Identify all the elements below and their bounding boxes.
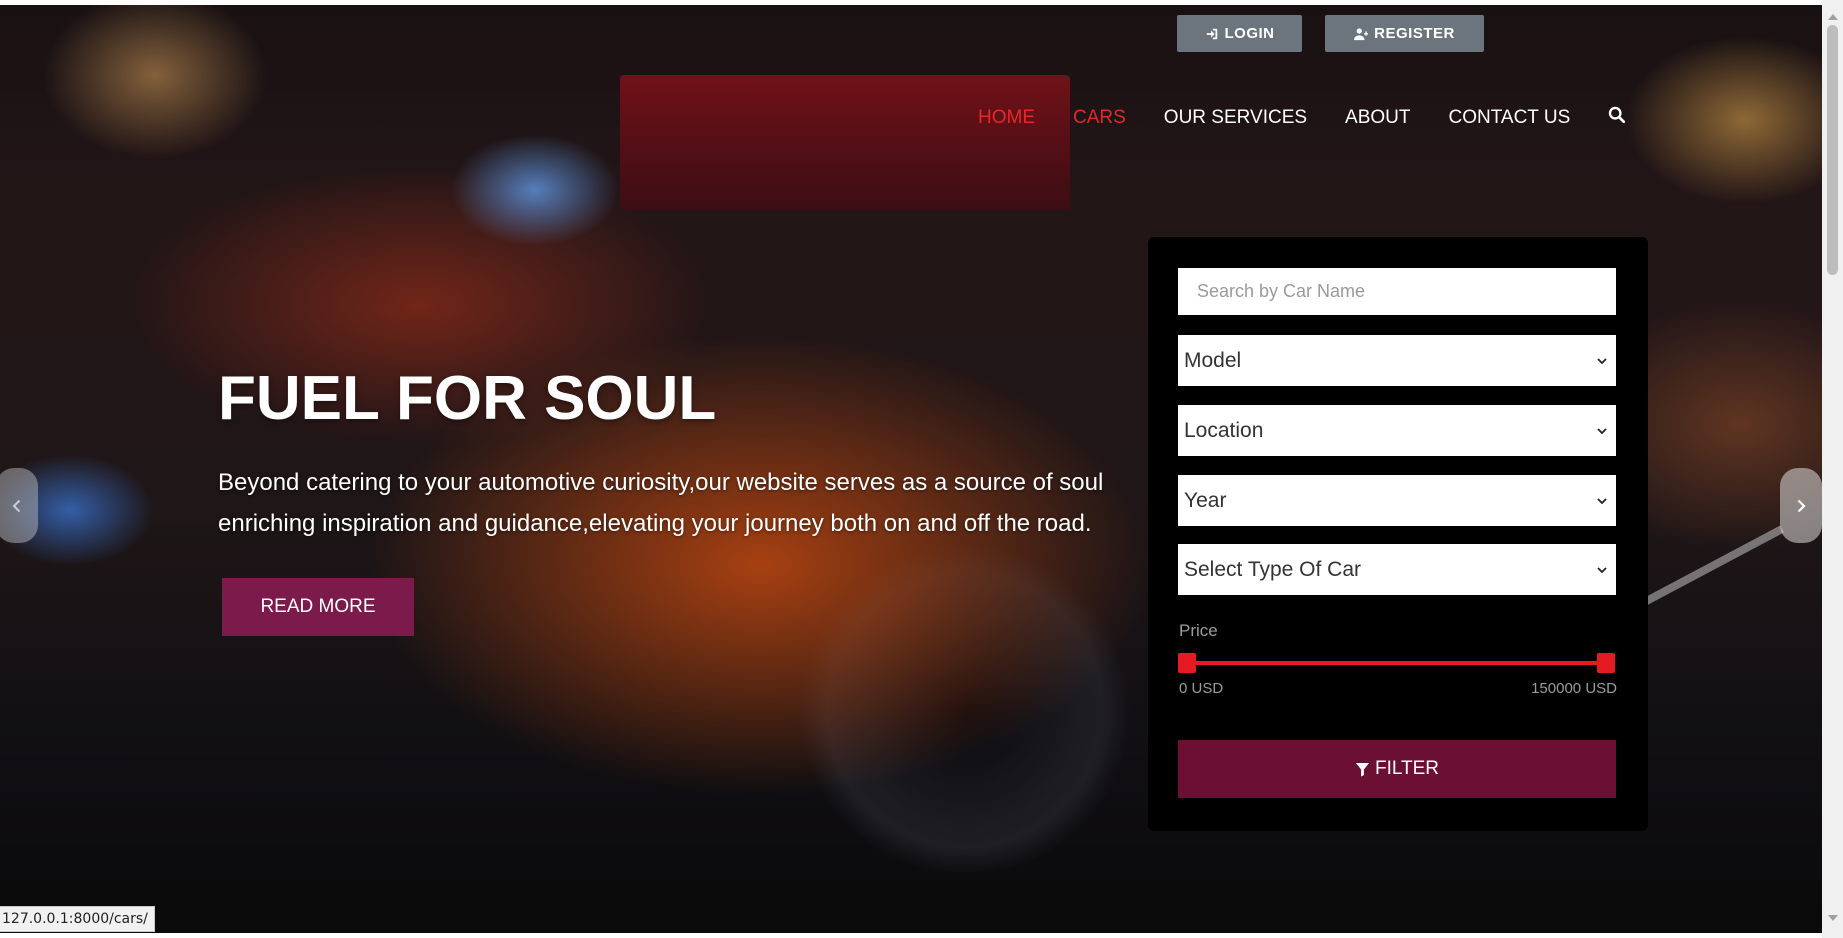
price-min-handle[interactable] (1178, 653, 1196, 673)
filter-icon (1355, 762, 1370, 777)
nav-item-contact-us[interactable]: CONTACT US (1449, 107, 1571, 129)
sign-in-icon (1206, 28, 1217, 39)
scroll-up-arrow-icon[interactable] (1828, 14, 1838, 20)
car-type-select-value: Select Type Of Car (1184, 557, 1362, 581)
location-select-value: Location (1184, 418, 1264, 442)
user-plus-icon (1354, 27, 1369, 40)
hero-title: FUEL FOR SOUL (218, 364, 717, 433)
nav-item-our-services[interactable]: OUR SERVICES (1164, 107, 1307, 129)
chevron-right-icon (1797, 499, 1806, 512)
model-select[interactable]: Model (1178, 335, 1616, 386)
register-label: REGISTER (1374, 25, 1455, 42)
main-nav: HOME CARS OUR SERVICES ABOUT CONTACT US (978, 106, 1626, 129)
filter-label: FILTER (1374, 758, 1440, 779)
page-scrollbar[interactable] (1822, 0, 1843, 938)
auth-bar: LOGIN REGISTER (1177, 15, 1484, 52)
hero-description: Beyond catering to your automotive curio… (218, 469, 1104, 537)
location-select[interactable]: Location (1178, 405, 1616, 456)
price-max-value: 150000 USD (1531, 680, 1617, 697)
car-name-search-input[interactable] (1178, 268, 1616, 315)
car-type-select[interactable]: Select Type Of Car (1178, 544, 1616, 595)
scroll-down-arrow-icon[interactable] (1828, 915, 1838, 921)
price-min-value: 0 USD (1179, 680, 1224, 697)
login-label: LOGIN (1224, 25, 1275, 42)
status-bar-url: 127.0.0.1:8000/cars/ (0, 906, 155, 932)
carousel-next-button[interactable] (1780, 468, 1822, 543)
read-more-button[interactable]: READ MORE (222, 578, 414, 636)
chevron-down-icon (1597, 427, 1607, 434)
chevron-down-icon (1597, 497, 1607, 504)
filter-button[interactable]: FILTER (1178, 740, 1616, 798)
car-search-panel: Model Location Year Select Type Of Car P… (1148, 237, 1648, 831)
scrollbar-thumb[interactable] (1827, 25, 1838, 275)
nav-item-about[interactable]: ABOUT (1345, 107, 1410, 129)
price-range-track[interactable] (1186, 661, 1606, 665)
year-select[interactable]: Year (1178, 475, 1616, 526)
carousel-prev-button[interactable] (0, 468, 38, 543)
year-select-value: Year (1184, 488, 1227, 512)
nav-item-cars[interactable]: CARS (1073, 107, 1126, 129)
chevron-left-icon (12, 499, 21, 512)
nav-item-home[interactable]: HOME (978, 107, 1035, 129)
price-label: Price (1179, 621, 1218, 640)
chevron-down-icon (1597, 566, 1607, 573)
model-select-value: Model (1184, 348, 1242, 372)
chevron-down-icon (1597, 357, 1607, 364)
login-button[interactable]: LOGIN (1177, 15, 1302, 52)
price-max-handle[interactable] (1597, 653, 1615, 673)
search-icon[interactable] (1608, 106, 1626, 129)
register-button[interactable]: REGISTER (1325, 15, 1484, 52)
